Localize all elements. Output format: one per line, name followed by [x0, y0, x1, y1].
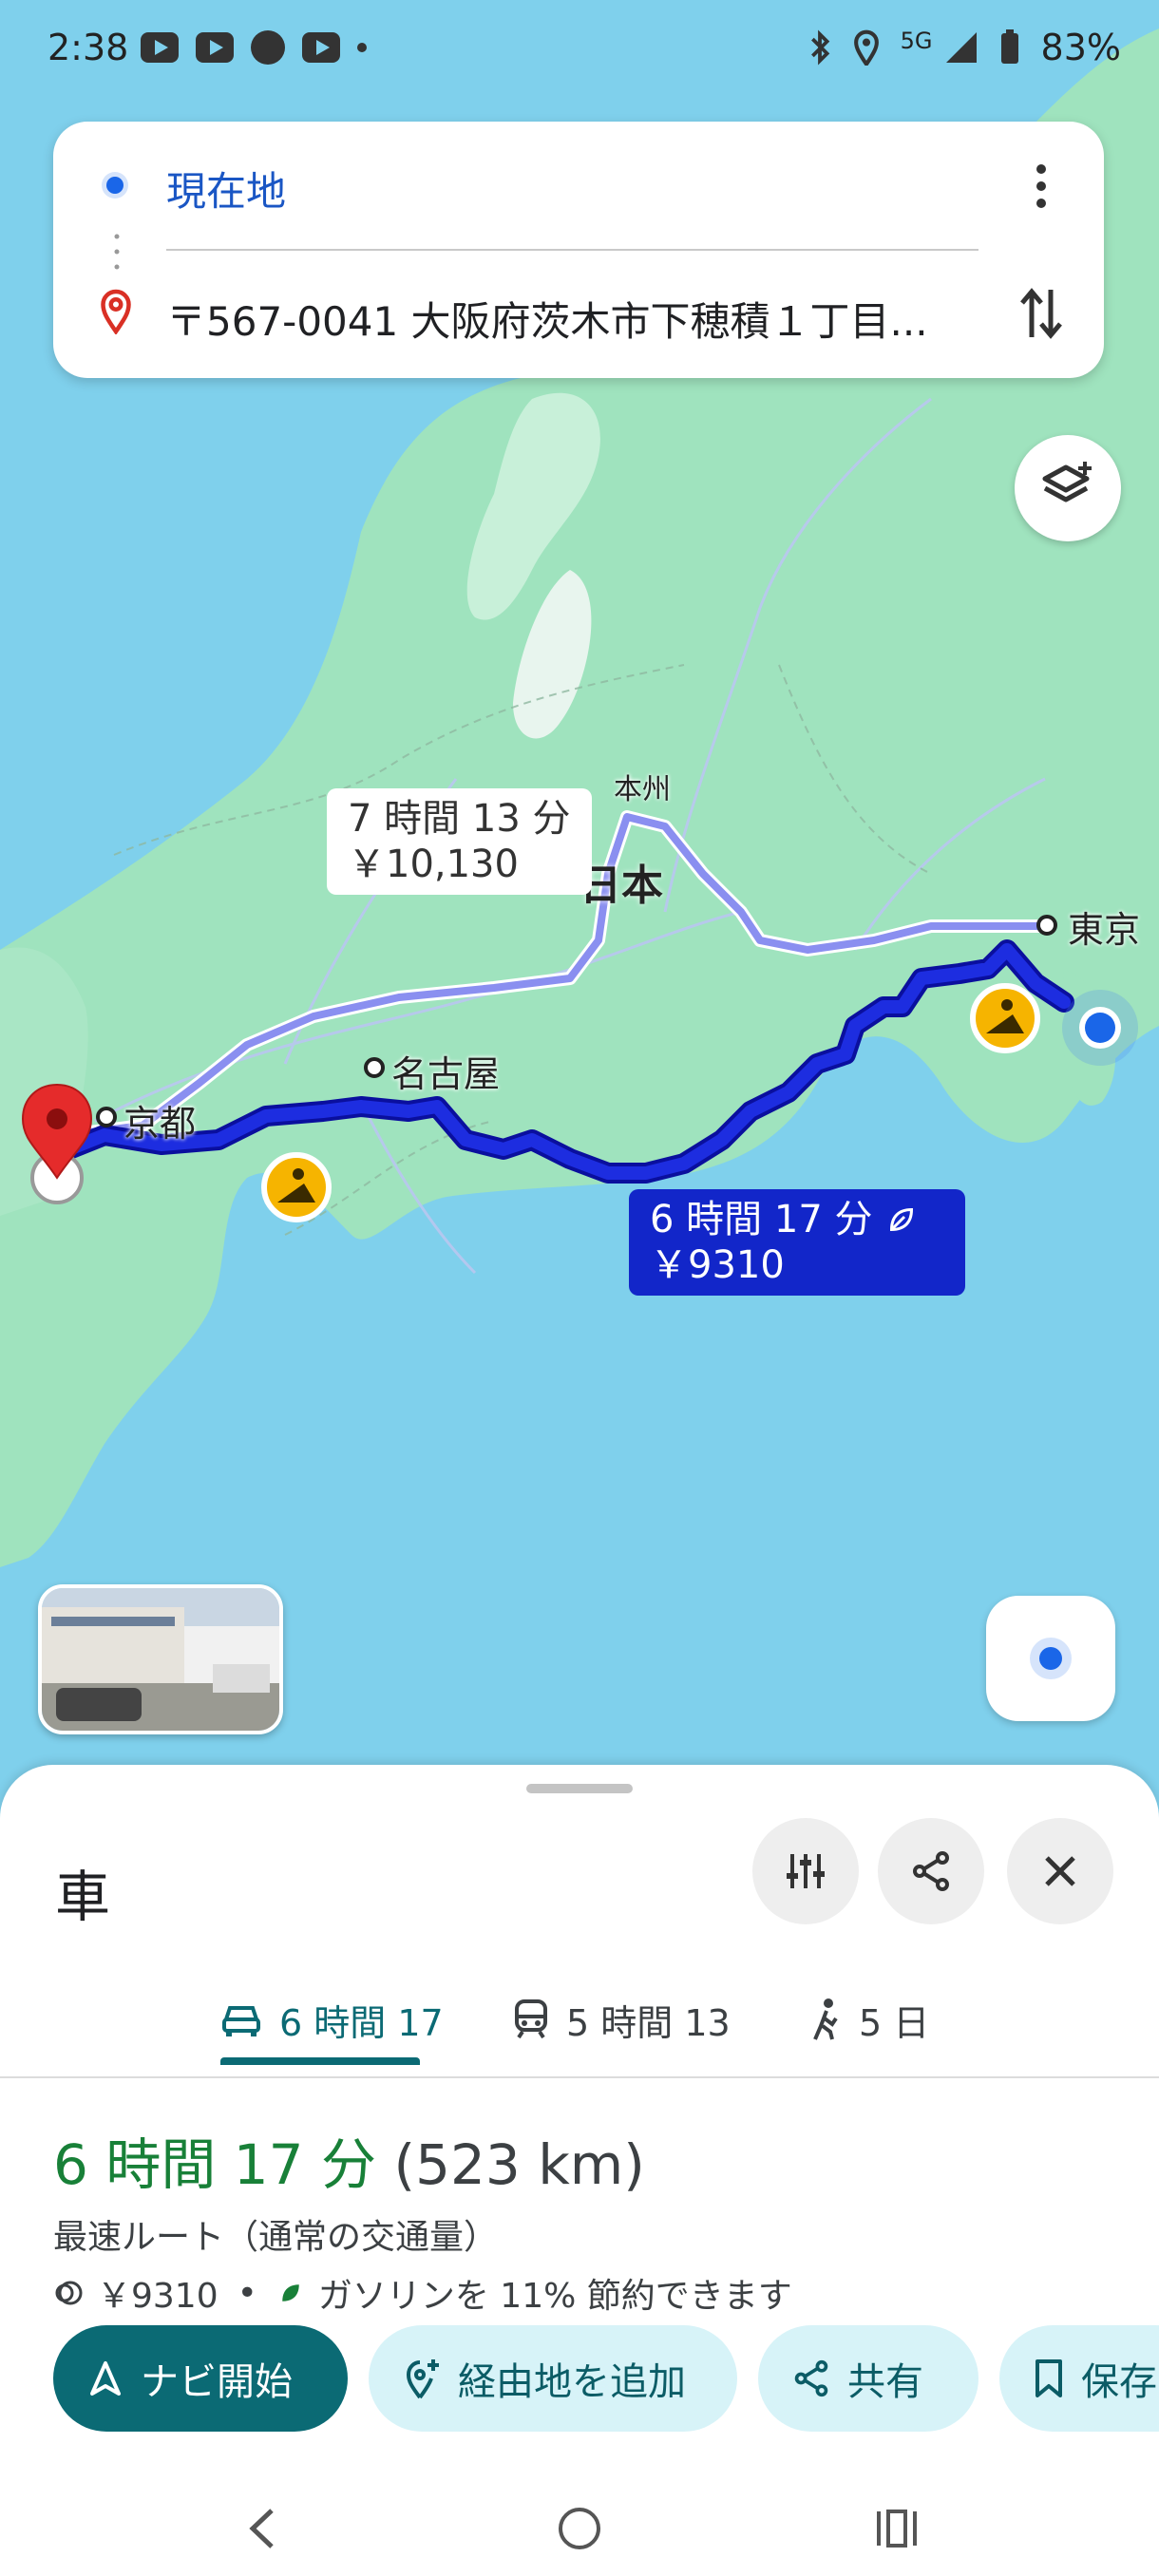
- share-button[interactable]: [878, 1818, 984, 1924]
- tab-car-label: 6 時間 17: [279, 2001, 444, 2044]
- travel-mode-title: 車: [55, 1865, 111, 1929]
- map-label-tokyo: 東京: [1068, 909, 1141, 951]
- leaf-icon: [282, 2284, 299, 2301]
- youtube-icon: [302, 32, 340, 63]
- destination-pin-icon: [101, 289, 131, 334]
- start-navigation-label: ナビ開始: [141, 2360, 293, 2404]
- route-details: ￥9310 • ガソリンを 11% 節約できます: [53, 2268, 792, 2318]
- location-icon: [853, 29, 879, 66]
- my-location-icon: [1030, 1638, 1072, 1679]
- recents-icon: [877, 2510, 917, 2548]
- system-navigation-bar: [0, 2481, 1159, 2576]
- route-main-duration: 6 時間 17 分: [650, 1198, 873, 1241]
- back-icon: [249, 2509, 274, 2548]
- tune-icon: [787, 1854, 825, 1888]
- network-type: 5G: [900, 28, 933, 54]
- route-alt-duration: 7 時間 13 分: [348, 797, 571, 841]
- separator-dot: •: [237, 2273, 257, 2313]
- bluetooth-icon: [810, 29, 829, 66]
- youtube-icon: [196, 32, 234, 63]
- close-button[interactable]: [1007, 1818, 1113, 1924]
- map-label-kyoto: 京都: [124, 1103, 197, 1145]
- battery-icon: [1000, 29, 1018, 64]
- bookmark-icon: [1036, 2359, 1062, 2397]
- route-alt-toll: ￥10,130: [348, 843, 519, 886]
- map-label-japan: 日本: [580, 862, 663, 910]
- sheet-drag-handle[interactable]: [526, 1784, 633, 1793]
- action-buttons: ナビ開始 経由地を追加 共有 保存: [53, 2325, 1159, 2432]
- home-button[interactable]: [551, 2500, 608, 2557]
- share-icon: [913, 1851, 949, 1891]
- my-location-button[interactable]: [986, 1596, 1115, 1721]
- tab-transit-label: 5 時間 13: [566, 2001, 731, 2044]
- share-route-label: 共有: [847, 2360, 923, 2404]
- route-label-alternative[interactable]: 7 時間 13 分 ￥10,130: [327, 788, 592, 895]
- route-label-main[interactable]: 6 時間 17 分 ￥9310: [629, 1189, 965, 1296]
- layers-button[interactable]: [1015, 435, 1121, 541]
- back-button[interactable]: [234, 2500, 291, 2557]
- toll-icon: [55, 2281, 83, 2305]
- route-distance: (523 km): [393, 2132, 645, 2197]
- map-label-nagoya: 名古屋: [391, 1053, 501, 1095]
- construction-icon[interactable]: [970, 983, 1040, 1053]
- route-duration: 6 時間 17 分: [53, 2132, 377, 2197]
- origin-dot-icon: [102, 172, 128, 199]
- active-tab-indicator: [220, 2057, 420, 2065]
- navigation-arrow-icon: [90, 2361, 121, 2396]
- share-route-button[interactable]: 共有: [758, 2325, 978, 2432]
- origin-field[interactable]: 現在地: [166, 160, 286, 218]
- route-main-toll: ￥9310: [650, 1243, 785, 1287]
- route-options-button[interactable]: [752, 1818, 859, 1924]
- add-stop-label: 経由地を追加: [458, 2360, 686, 2404]
- recents-button[interactable]: [868, 2500, 925, 2557]
- home-icon: [559, 2508, 600, 2549]
- add-location-icon: [406, 2359, 439, 2399]
- tab-transit[interactable]: 5 時間 13: [513, 1962, 731, 2076]
- current-location-marker: [1062, 990, 1138, 1066]
- app-notification-icon: [251, 30, 285, 65]
- add-stop-button[interactable]: 経由地を追加: [369, 2325, 737, 2432]
- route-summary: 6 時間 17 分 (523 km): [53, 2120, 645, 2200]
- directions-sheet: 車 6 時間 17 5 時間 13 5 日 6 時間 17 分 (523 km)…: [0, 1765, 1159, 2576]
- more-notifications-icon: [357, 43, 367, 52]
- battery-level: 83%: [1040, 27, 1121, 68]
- tab-walk[interactable]: 5 日: [809, 1962, 929, 2076]
- fuel-savings: ガソリンを 11% 節約できます: [317, 2277, 792, 2316]
- walk-icon: [813, 1998, 838, 2040]
- route-description: 最速ルート（通常の交通量）: [53, 2218, 499, 2257]
- save-route-label: 保存: [1081, 2360, 1157, 2404]
- leaf-icon: [889, 1207, 913, 1232]
- tab-walk-label: 5 日: [859, 2001, 930, 2044]
- swap-icon[interactable]: [1015, 280, 1068, 347]
- travel-mode-tabs: 6 時間 17 5 時間 13 5 日: [0, 1962, 1159, 2078]
- share-icon: [794, 2359, 828, 2397]
- youtube-icon: [141, 32, 179, 63]
- status-bar: 2:38 5G 83%: [0, 0, 1159, 95]
- street-view-thumbnail[interactable]: [38, 1584, 283, 1734]
- save-route-button[interactable]: 保存: [999, 2325, 1159, 2432]
- field-divider: [166, 249, 978, 251]
- map-label-honshu: 本州: [614, 773, 671, 806]
- construction-icon[interactable]: [261, 1152, 332, 1222]
- more-options-icon[interactable]: [1022, 160, 1060, 213]
- signal-icon: [945, 32, 977, 63]
- car-icon: [222, 2006, 260, 2036]
- train-icon: [515, 1999, 547, 2039]
- layers-icon: [1042, 462, 1092, 502]
- close-icon: [1045, 1856, 1075, 1886]
- status-time: 2:38: [48, 27, 129, 68]
- toll-price: ￥9310: [97, 2277, 218, 2316]
- route-connector: [114, 234, 120, 270]
- street-view-image: [42, 1588, 279, 1731]
- destination-field[interactable]: 〒567-0041 大阪府茨木市下穂積１丁目...: [166, 290, 928, 348]
- start-navigation-button[interactable]: ナビ開始: [53, 2325, 348, 2432]
- destination-pin-icon[interactable]: [21, 1083, 93, 1204]
